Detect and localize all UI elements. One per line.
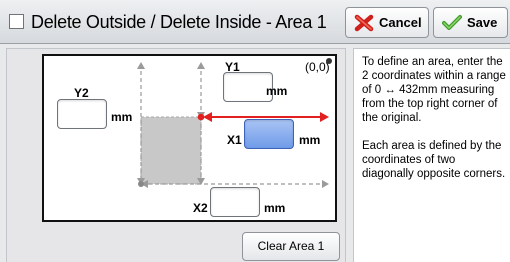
- origin-label: (0,0): [305, 60, 330, 74]
- y1-unit: mm: [266, 84, 288, 98]
- y2-unit: mm: [111, 110, 133, 124]
- x2-input[interactable]: [210, 187, 260, 217]
- x1-input[interactable]: [244, 119, 294, 149]
- cancel-label: Cancel: [379, 15, 422, 30]
- x2-label: X2: [193, 201, 208, 215]
- x2-unit: mm: [264, 201, 286, 215]
- x2-arrow-right: [322, 180, 329, 188]
- x1-label: X1: [227, 133, 242, 147]
- y1-arrow-top: [197, 62, 205, 69]
- page-title: Delete Outside / Delete Inside - Area 1: [31, 12, 327, 32]
- x1-red-arrow-left: [203, 112, 212, 122]
- corner-point-red: [197, 113, 205, 121]
- save-button[interactable]: Save: [433, 7, 508, 38]
- cancel-button[interactable]: Cancel: [345, 7, 429, 38]
- main-area: (0,0) Y1 mm Y2 mm X1 mm X2 mm Clear Area…: [0, 44, 510, 262]
- info-text-range: To define an area, enter the 2 coordinat…: [362, 56, 506, 124]
- x1-unit: mm: [299, 133, 321, 147]
- title-bar: Delete Outside / Delete Inside - Area 1 …: [0, 0, 510, 44]
- y2-arrow-top: [137, 62, 145, 69]
- clear-area-button[interactable]: Clear Area 1: [242, 232, 340, 261]
- info-panel: To define an area, enter the 2 coordinat…: [353, 48, 510, 262]
- title-checkbox-icon: [9, 14, 24, 29]
- info-text-corners: Each area is defined by the coordinates …: [362, 140, 506, 180]
- selected-area: [140, 116, 202, 185]
- coordinate-panel: (0,0) Y1 mm Y2 mm X1 mm X2 mm Clear Area…: [6, 48, 346, 262]
- corner-point-gray: [138, 181, 144, 187]
- y2-input[interactable]: [57, 99, 107, 129]
- area-diagram: (0,0) Y1 mm Y2 mm X1 mm X2 mm: [42, 54, 337, 222]
- save-label: Save: [467, 15, 498, 30]
- x1-red-arrow-right: [320, 112, 329, 122]
- save-icon: [442, 14, 462, 30]
- y2-label: Y2: [74, 86, 89, 100]
- cancel-icon: [354, 14, 374, 31]
